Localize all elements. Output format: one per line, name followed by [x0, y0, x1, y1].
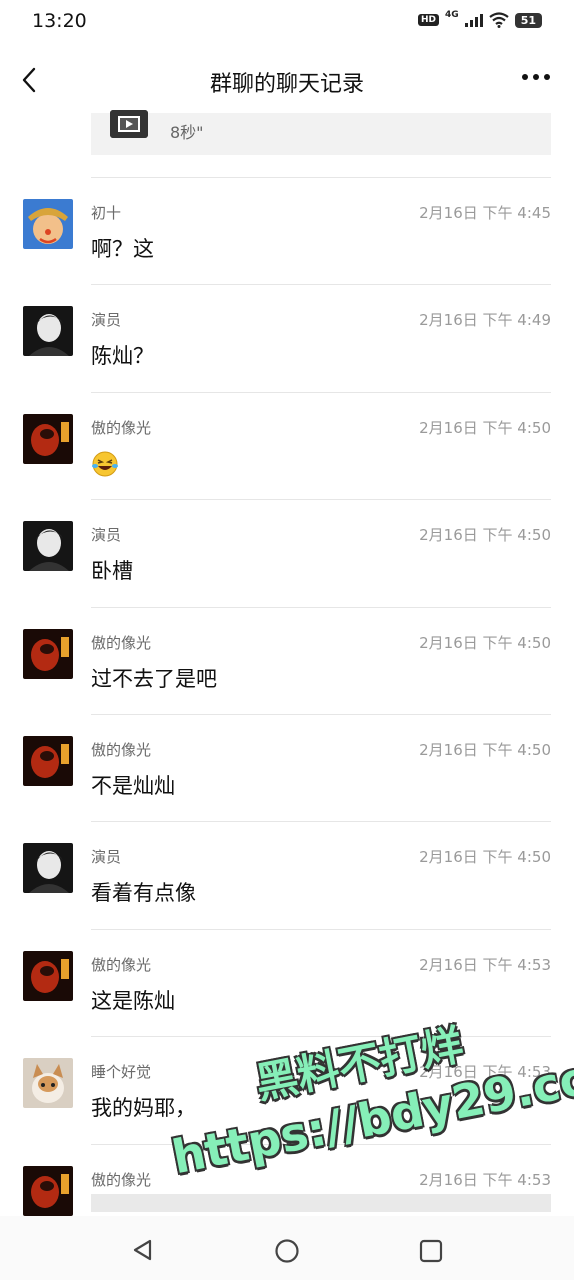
sender-name: 初十: [91, 204, 122, 222]
red-dark-avatar[interactable]: [23, 950, 73, 1001]
sender-name: 演员: [91, 311, 122, 330]
message-text: 过不去了是吧: [91, 666, 217, 691]
message-text: 啊？这: [91, 237, 154, 261]
red-dark-avatar[interactable]: [23, 413, 73, 464]
dark-figure-avatar[interactable]: [23, 521, 73, 572]
sender-name: 傲的像光: [91, 633, 152, 652]
status-bar: 13:20 HD 4G 51: [0, 0, 574, 46]
square-recent-icon[interactable]: [418, 1238, 444, 1264]
list-item[interactable]: 傲的像光 2月16日 下午 4:50: [0, 391, 574, 499]
message-text: 不是灿灿: [91, 773, 175, 798]
sender-name: 傲的像光: [91, 955, 152, 974]
timestamp: 2月16日 下午 4:49: [419, 311, 551, 330]
red-dark-avatar[interactable]: [23, 1165, 73, 1216]
divider: [91, 499, 551, 501]
message-list: 初十 2月16日 下午 4:45 啊？这 演员 2月16日 下午 4:49 陈灿…: [0, 177, 574, 1251]
header: 群聊的聊天记录: [0, 52, 574, 108]
sender-name: 演员: [91, 848, 122, 867]
sender-name: 傲的像光: [91, 418, 152, 437]
message-text: 这是陈灿: [91, 988, 175, 1013]
laughing-tears-emoji: [92, 451, 118, 477]
message-text: 卧槽: [91, 559, 133, 584]
quoted-content[interactable]: [91, 1193, 551, 1212]
divider: [91, 928, 551, 930]
timestamp: 2月16日 下午 4:53: [419, 1063, 551, 1082]
status-time: 13:20: [32, 10, 87, 32]
list-item[interactable]: 演员 2月16日 下午 4:49 陈灿？: [0, 284, 574, 391]
timestamp: 2月16日 下午 4:50: [419, 633, 551, 652]
sender-name: 演员: [91, 526, 122, 545]
wifi-icon: [489, 12, 509, 28]
video-duration: 8秒": [170, 123, 204, 142]
sender-name: 傲的像光: [91, 740, 152, 759]
red-dark-avatar[interactable]: [23, 628, 73, 679]
divider: [91, 1143, 551, 1145]
divider: [91, 606, 551, 608]
list-item[interactable]: 傲的像光 2月16日 下午 4:50 不是灿灿: [0, 713, 574, 821]
list-item[interactable]: 傲的像光 2月16日 下午 4:50 过不去了是吧: [0, 606, 574, 714]
message-text: 看着有点像: [91, 881, 196, 906]
message-text: 陈灿？: [91, 344, 154, 369]
sender-name: 睡个好觉: [91, 1063, 152, 1082]
video-message-card[interactable]: 8秒": [91, 110, 551, 155]
page-title: 群聊的聊天记录: [209, 72, 364, 97]
divider: [91, 284, 551, 286]
more-dots-icon[interactable]: [522, 74, 550, 80]
divider: [91, 391, 551, 393]
divider: [91, 713, 551, 715]
system-nav-bar: [0, 1216, 574, 1280]
circle-home-icon[interactable]: [274, 1238, 300, 1264]
message-text: 我的妈耶，: [91, 1096, 196, 1121]
timestamp: 2月16日 下午 4:50: [419, 740, 551, 759]
divider: [91, 1036, 551, 1038]
network-type: 4G: [445, 10, 459, 20]
timestamp: 2月16日 下午 4:50: [419, 848, 551, 867]
timestamp: 2月16日 下午 4:45: [419, 204, 551, 222]
divider: [91, 177, 551, 178]
list-item[interactable]: 睡个好觉 2月16日 下午 4:53 我的妈耶，: [0, 1036, 574, 1143]
kitten-avatar[interactable]: [23, 1058, 73, 1109]
status-icons: HD 4G 51: [418, 10, 542, 28]
list-item[interactable]: 演员 2月16日 下午 4:50 看着有点像: [0, 821, 574, 928]
divider: [91, 821, 551, 823]
dark-figure-avatar[interactable]: [23, 843, 73, 894]
list-item[interactable]: 傲的像光 2月16日 下午 4:53 这是陈灿: [0, 928, 574, 1036]
signal-icon: [464, 13, 483, 27]
timestamp: 2月16日 下午 4:53: [419, 955, 551, 974]
timestamp: 2月16日 下午 4:50: [419, 418, 551, 437]
hd-icon: HD: [418, 14, 440, 26]
timestamp: 2月16日 下午 4:53: [419, 1170, 551, 1189]
clown-avatar[interactable]: [23, 199, 73, 249]
timestamp: 2月16日 下午 4:50: [419, 526, 551, 545]
list-item[interactable]: 初十 2月16日 下午 4:45 啊？这: [0, 177, 574, 284]
red-dark-avatar[interactable]: [23, 735, 73, 786]
battery-icon: 51: [514, 12, 542, 28]
sender-name: 傲的像光: [91, 1170, 152, 1189]
list-item[interactable]: 演员 2月16日 下午 4:50 卧槽: [0, 499, 574, 606]
video-icon: [110, 110, 148, 138]
triangle-back-icon[interactable]: [130, 1238, 156, 1262]
dark-figure-avatar[interactable]: [23, 306, 73, 357]
